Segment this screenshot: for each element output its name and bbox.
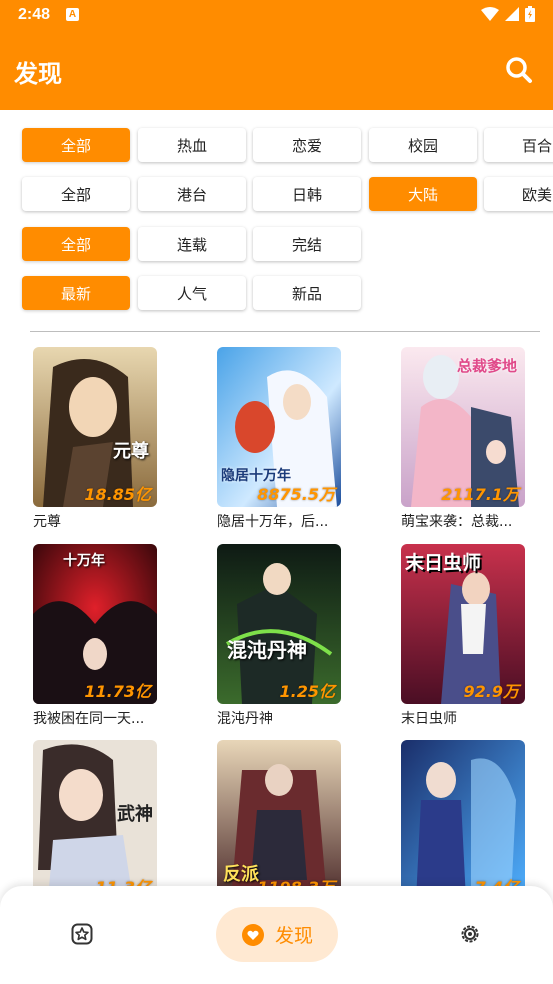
- cover-title: 混沌丹神: [227, 638, 307, 662]
- nav-discover-label: 发现: [274, 925, 313, 947]
- view-count: 11.73亿: [84, 682, 151, 701]
- comic-card[interactable]: 末日虫师 92.9万 末日虫师: [401, 544, 525, 728]
- region-chip-hktw[interactable]: 港台: [138, 177, 246, 211]
- genre-chip-yuri[interactable]: 百合: [484, 128, 553, 162]
- cover-title: 武神: [117, 804, 153, 825]
- sort-chip-popular[interactable]: 人气: [138, 276, 246, 310]
- cover-title: 十万年: [63, 553, 105, 569]
- view-count: 1.25亿: [279, 682, 335, 701]
- app-bar: 发现: [0, 32, 553, 110]
- page-title: 发现: [14, 60, 62, 88]
- comic-cover: 武神 11.3亿: [33, 740, 157, 887]
- filter-divider: [30, 331, 540, 332]
- comic-card[interactable]: 武神 11.3亿: [33, 740, 157, 887]
- status-chip-completed[interactable]: 完结: [253, 227, 361, 261]
- region-filter-row: 全部 港台 日韩 大陆 欧美: [0, 177, 553, 213]
- star-box-icon: [71, 923, 93, 945]
- sort-filter-row: 最新 人气 新品: [0, 276, 553, 312]
- view-count: 2117.1万: [441, 485, 519, 504]
- comic-card[interactable]: 元尊 18.85亿 元尊: [33, 347, 157, 531]
- comic-card[interactable]: 十万年 11.73亿 我被困在同一天...: [33, 544, 157, 728]
- comic-cover: 末日虫师 92.9万: [401, 544, 525, 704]
- genre-filter-row: 全部 热血 恋爱 校园 百合: [0, 128, 553, 164]
- comic-card[interactable]: 隐居十万年 8875.5万 隐居十万年，后...: [217, 347, 341, 531]
- view-count: 92.9万: [463, 682, 519, 701]
- status-chip-all[interactable]: 全部: [22, 227, 130, 261]
- comic-cover: 元尊 18.85亿: [33, 347, 157, 507]
- comic-card[interactable]: 反派 1198.3万: [217, 740, 341, 887]
- comic-cover: 十万年 11.73亿: [33, 544, 157, 704]
- search-icon[interactable]: [505, 56, 533, 84]
- cover-title: 末日虫师: [405, 552, 482, 574]
- cover-title: 反派: [223, 864, 259, 885]
- comic-cover: 混沌丹神 1.25亿: [217, 544, 341, 704]
- wifi-icon: [481, 7, 499, 21]
- comic-name: 隐居十万年，后...: [217, 514, 329, 530]
- comic-card[interactable]: 7.4亿: [401, 740, 525, 887]
- comic-cover: 总裁爹地 2117.1万: [401, 347, 525, 507]
- sort-chip-latest[interactable]: 最新: [22, 276, 130, 310]
- comic-grid: 元尊 18.85亿 元尊 隐居十万年 8875.5万 隐居十万年，后... 总裁…: [0, 347, 553, 887]
- comic-name: 末日虫师: [401, 711, 457, 727]
- comic-name: 元尊: [33, 514, 61, 530]
- comic-cover: 隐居十万年 8875.5万: [217, 347, 341, 507]
- notification-icon: A: [66, 8, 79, 21]
- nav-bookshelf[interactable]: [64, 916, 100, 952]
- system-icons: [481, 6, 535, 22]
- genre-chip-campus[interactable]: 校园: [369, 128, 477, 162]
- view-count: 18.85亿: [84, 485, 151, 504]
- gear-icon: [461, 925, 479, 943]
- comic-name: 萌宝来袭：总裁...: [401, 514, 513, 530]
- genre-chip-all[interactable]: 全部: [22, 128, 130, 162]
- region-chip-mainland[interactable]: 大陆: [369, 177, 477, 211]
- status-chip-ongoing[interactable]: 连载: [138, 227, 246, 261]
- heart-icon: [241, 923, 264, 946]
- sort-chip-new[interactable]: 新品: [253, 276, 361, 310]
- region-chip-jpkr[interactable]: 日韩: [253, 177, 361, 211]
- cover-title: 总裁爹地: [457, 357, 518, 375]
- comic-card[interactable]: 总裁爹地 2117.1万 萌宝来袭：总裁...: [401, 347, 525, 531]
- region-chip-western[interactable]: 欧美: [484, 177, 553, 211]
- status-time: 2:48: [18, 6, 51, 23]
- status-filter-row: 全部 连载 完结: [0, 227, 553, 263]
- bottom-nav: 发现: [0, 886, 553, 984]
- genre-chip-romance[interactable]: 恋爱: [253, 128, 361, 162]
- nav-settings[interactable]: [452, 916, 488, 952]
- comic-cover: 7.4亿: [401, 740, 525, 887]
- status-bar: 2:48 A: [0, 0, 553, 32]
- comic-cover: 反派 1198.3万: [217, 740, 341, 887]
- cover-title: 元尊: [113, 441, 149, 462]
- comic-card[interactable]: 混沌丹神 1.25亿 混沌丹神: [217, 544, 341, 728]
- view-count: 8875.5万: [257, 485, 335, 504]
- battery-icon: [525, 6, 535, 22]
- region-chip-all[interactable]: 全部: [22, 177, 130, 211]
- nav-discover[interactable]: 发现: [216, 907, 338, 962]
- signal-icon: [505, 7, 519, 21]
- genre-chip-hot-blood[interactable]: 热血: [138, 128, 246, 162]
- comic-name: 我被困在同一天...: [33, 711, 145, 727]
- comic-name: 混沌丹神: [217, 711, 273, 727]
